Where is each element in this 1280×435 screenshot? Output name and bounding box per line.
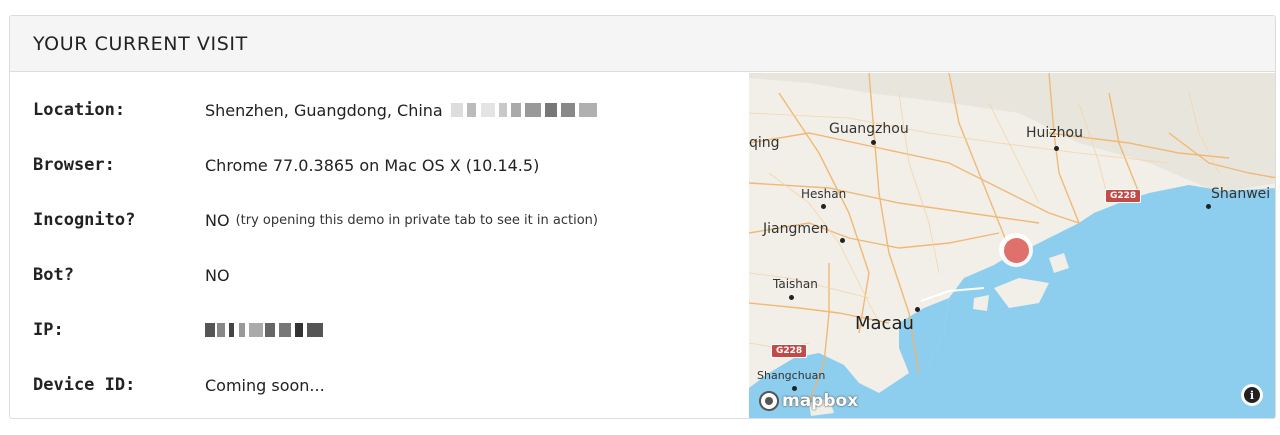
city-label-qing: qing — [749, 135, 780, 151]
incognito-label: Incognito? — [33, 210, 136, 230]
location-map[interactable]: Guangzhou Huizhou qing Heshan Shanwei Ji… — [749, 73, 1275, 418]
city-label-shanwei: Shanwei — [1211, 186, 1271, 202]
city-label-huizhou: Huizhou — [1026, 125, 1083, 141]
incognito-row: Incognito? NO (try opening this demo in … — [33, 205, 749, 235]
incognito-value: NO — [205, 210, 230, 230]
device-id-row: Device ID: Coming soon... — [33, 370, 749, 400]
redacted-ip-value — [205, 323, 325, 337]
city-dot — [1206, 204, 1211, 209]
highway-shield-g228: G228 — [771, 344, 808, 358]
ip-label: IP: — [33, 320, 64, 340]
device-id-value: Coming soon... — [205, 375, 325, 395]
redacted-location-detail — [450, 103, 601, 117]
ip-row: IP: — [33, 315, 749, 345]
city-label-shangchuan: Shangchuan — [757, 369, 826, 382]
city-label-macau: Macau — [855, 313, 914, 334]
highway-shield-g228: G228 — [1105, 189, 1142, 203]
visit-info: Location: Shenzhen, Guangdong, China Bro… — [10, 73, 749, 418]
mapbox-logo-icon — [759, 391, 779, 411]
browser-value: Chrome 77.0.3865 on Mac OS X (10.14.5) — [205, 155, 540, 175]
city-label-heshan: Heshan — [801, 187, 847, 201]
card-title: YOUR CURRENT VISIT — [33, 32, 248, 55]
city-dot — [915, 307, 920, 312]
incognito-hint: (try opening this demo in private tab to… — [235, 212, 598, 228]
bot-value: NO — [205, 265, 230, 285]
location-row: Location: Shenzhen, Guangdong, China — [33, 95, 749, 125]
city-dot — [1054, 146, 1059, 151]
bot-label: Bot? — [33, 265, 74, 285]
browser-label: Browser: — [33, 155, 115, 175]
map-attribution-button[interactable]: i — [1241, 384, 1263, 406]
location-value: Shenzhen, Guangdong, China — [205, 100, 443, 120]
browser-row: Browser: Chrome 77.0.3865 on Mac OS X (1… — [33, 150, 749, 180]
current-visit-card: YOUR CURRENT VISIT Location: Shenzhen, G… — [9, 15, 1276, 419]
bot-row: Bot? NO — [33, 260, 749, 290]
city-label-jiangmen: Jiangmen — [763, 221, 829, 237]
mapbox-logo-text: mapbox — [782, 391, 859, 411]
city-dot — [840, 238, 845, 243]
card-header: YOUR CURRENT VISIT — [10, 16, 1275, 72]
mapbox-logo[interactable]: mapbox — [759, 391, 858, 411]
city-dot — [871, 140, 876, 145]
location-marker[interactable] — [999, 233, 1033, 267]
city-label-guangzhou: Guangzhou — [829, 121, 909, 137]
location-label: Location: — [33, 100, 126, 120]
city-dot — [821, 204, 826, 209]
city-label-taishan: Taishan — [773, 277, 818, 291]
city-dot — [789, 295, 794, 300]
info-icon: i — [1244, 387, 1260, 403]
device-id-label: Device ID: — [33, 375, 136, 395]
